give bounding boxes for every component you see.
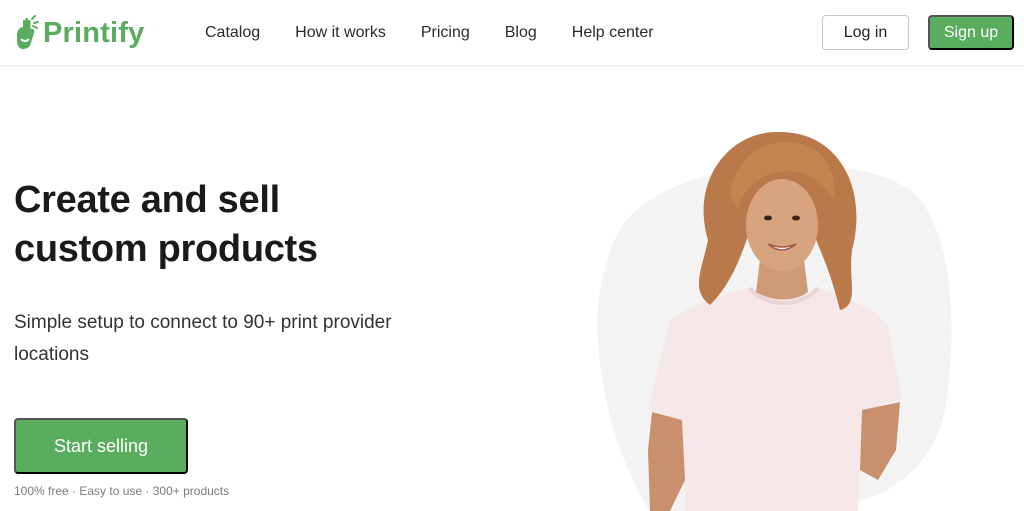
nav-item-blog[interactable]: Blog (505, 24, 537, 42)
top-navbar: Printify Catalog How it works Pricing Bl… (0, 0, 1024, 66)
hero-title-line-1: Create and sell (14, 179, 280, 221)
hero-subtitle: Simple setup to connect to 90+ print pro… (14, 312, 392, 365)
woman-in-pink-tshirt-photo (597, 131, 952, 511)
start-selling-button[interactable]: Start selling (14, 418, 188, 474)
hero-title: Create and sell custom products (14, 176, 434, 274)
nav-item-pricing[interactable]: Pricing (421, 24, 470, 42)
nav-item-help-center[interactable]: Help center (572, 24, 654, 42)
signup-button[interactable]: Sign up (928, 15, 1014, 50)
printify-logo[interactable]: Printify (13, 14, 145, 52)
printify-hand-logo-icon (17, 15, 39, 49)
nav-item-how-it-works[interactable]: How it works (295, 24, 386, 42)
login-button[interactable]: Log in (822, 15, 909, 50)
logo-wordmark: Printify (43, 16, 145, 49)
main-nav: Catalog How it works Pricing Blog Help c… (205, 0, 689, 66)
hero-title-line-2: custom products (14, 228, 318, 270)
hero-features-note: 100% free · Easy to use · 300+ products (14, 484, 230, 498)
nav-item-catalog[interactable]: Catalog (205, 24, 260, 42)
